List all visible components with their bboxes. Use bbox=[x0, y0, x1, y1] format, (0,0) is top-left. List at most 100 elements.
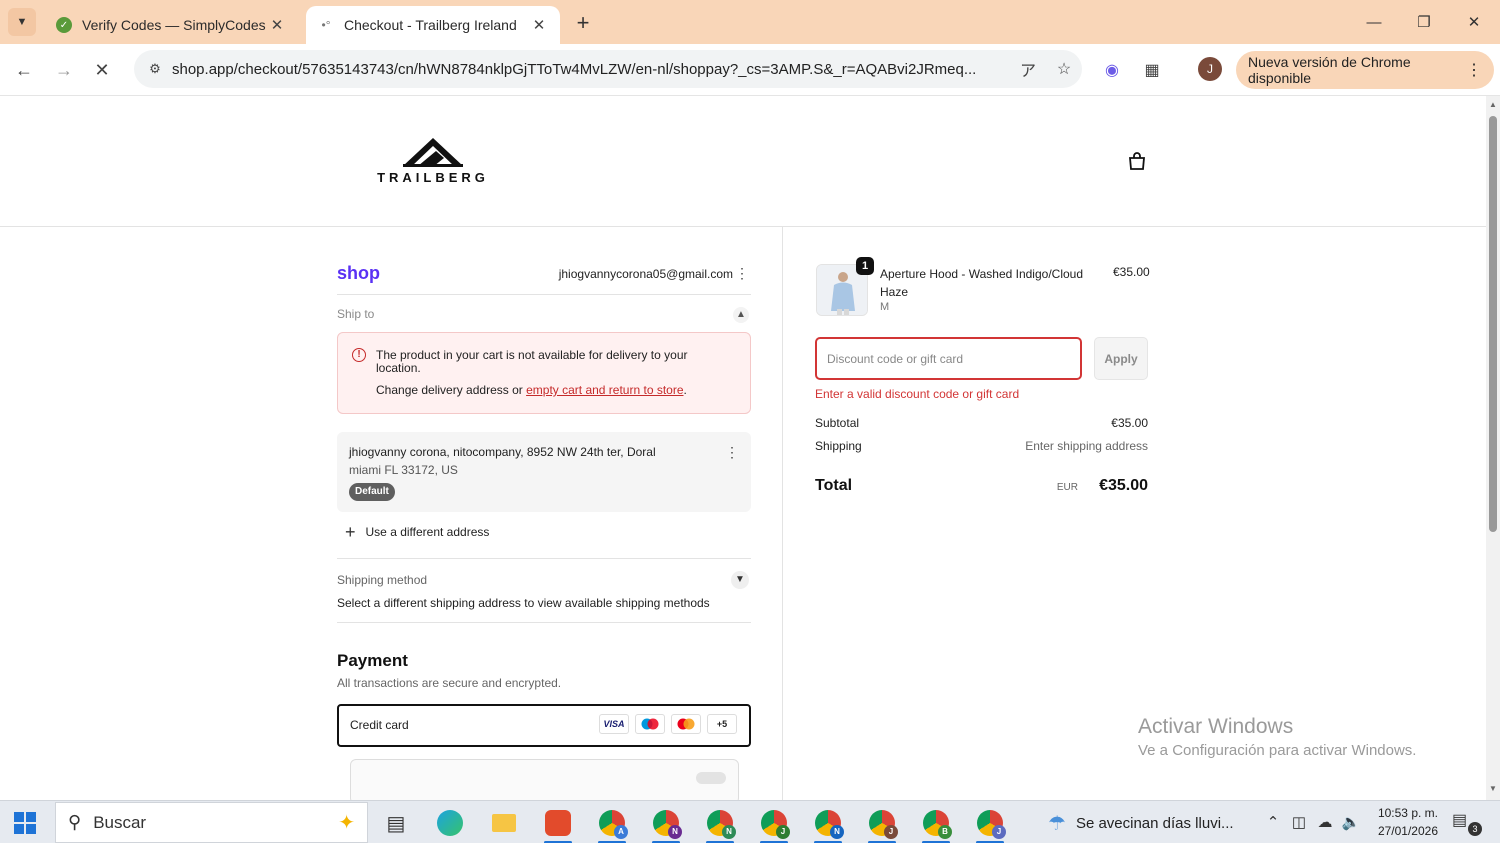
url-text[interactable]: shop.app/checkout/57635143743/cn/hWN8784… bbox=[172, 61, 1010, 78]
profile-letter: N bbox=[668, 825, 682, 839]
close-icon[interactable]: ✕ bbox=[530, 16, 548, 34]
account-menu-icon[interactable]: ⋮ bbox=[735, 265, 749, 282]
discount-error-message: Enter a valid discount code or gift card bbox=[815, 387, 1020, 401]
notification-count: 3 bbox=[1468, 822, 1482, 836]
bookmark-star-icon[interactable]: ☆ bbox=[1046, 59, 1082, 79]
use-different-address-button[interactable]: + Use a different address bbox=[345, 522, 490, 542]
puzzle-extensions-icon[interactable]: ▦ bbox=[1139, 57, 1165, 83]
volume-icon[interactable]: 🔈 bbox=[1340, 811, 1362, 833]
subtotal-label: Subtotal bbox=[815, 416, 860, 430]
new-tab-button[interactable]: + bbox=[570, 10, 596, 36]
minimize-button[interactable]: — bbox=[1354, 8, 1394, 36]
loading-icon: •° bbox=[321, 18, 331, 32]
shopping-bag-icon[interactable] bbox=[1126, 150, 1148, 172]
windows-taskbar: ⚲ Buscar ✦ ▤ A N N J N J B J ☂ Se avecin… bbox=[0, 800, 1500, 843]
edge-icon[interactable] bbox=[428, 805, 472, 841]
mastercard-icon bbox=[671, 714, 701, 734]
site-info-icon[interactable]: ⚙ bbox=[138, 61, 172, 77]
payment-title: Payment bbox=[337, 651, 408, 670]
watermark-subtitle: Ve a Configuración para activar Windows. bbox=[1138, 742, 1417, 759]
delivery-error-banner: ! The product in your cart is not availa… bbox=[337, 332, 751, 414]
chrome-profile-a-icon[interactable]: A bbox=[590, 805, 634, 843]
checkout-form-column: shop jhiogvannycorona05@gmail.com ⋮ Ship… bbox=[0, 227, 783, 800]
tab-title: Checkout - Trailberg Ireland bbox=[344, 17, 517, 33]
store-header: TRAILBERG bbox=[0, 96, 1486, 227]
product-name: Aperture Hood - Washed Indigo/Cloud Haze bbox=[880, 267, 1084, 299]
chrome-profile-b-icon[interactable]: B bbox=[914, 805, 958, 843]
credit-card-option[interactable]: Credit card VISA +5 bbox=[337, 704, 751, 747]
chrome-update-button[interactable]: Nueva versión de Chrome disponible ⋮ bbox=[1236, 51, 1494, 89]
windows-start-button[interactable] bbox=[14, 812, 36, 834]
apply-discount-button[interactable]: Apply bbox=[1094, 337, 1148, 380]
chrome-profile-j-icon[interactable]: J bbox=[752, 805, 796, 843]
chevron-down-icon[interactable]: ▼ bbox=[731, 571, 749, 589]
scroll-up-icon[interactable]: ▲ bbox=[1488, 100, 1498, 110]
onedrive-cloud-icon[interactable]: ☁ bbox=[1314, 811, 1336, 833]
empty-cart-link[interactable]: empty cart and return to store bbox=[526, 383, 683, 397]
forward-button[interactable]: → bbox=[50, 56, 78, 84]
subtotal-value: €35.00 bbox=[1111, 416, 1148, 430]
taskbar-search[interactable]: ⚲ Buscar ✦ bbox=[55, 802, 368, 843]
shipping-method-text: Select a different shipping address to v… bbox=[337, 596, 710, 610]
discount-code-input[interactable] bbox=[815, 337, 1082, 380]
shipping-value: Enter shipping address bbox=[1025, 439, 1148, 453]
chrome-profile-j2-icon[interactable]: J bbox=[860, 805, 904, 843]
page-scrollbar[interactable]: ▲ ▼ bbox=[1486, 96, 1500, 800]
close-icon[interactable]: ✕ bbox=[268, 16, 286, 34]
visa-icon: VISA bbox=[599, 714, 629, 734]
profile-avatar[interactable]: J bbox=[1198, 57, 1222, 81]
tab-verify-codes[interactable]: ✓ Verify Codes — SimplyCodes ✕ bbox=[44, 6, 298, 44]
saved-address-card[interactable]: jhiogvanny corona, nitocompany, 8952 NW … bbox=[337, 432, 751, 512]
weather-widget[interactable]: ☂ Se avecinan días lluvi... bbox=[1048, 809, 1234, 837]
activate-windows-watermark: Activar Windows Ve a Configuración para … bbox=[1138, 715, 1416, 759]
address-bar[interactable]: ⚙ shop.app/checkout/57635143743/cn/hWN87… bbox=[134, 50, 1082, 88]
profile-letter: B bbox=[938, 825, 952, 839]
default-badge: Default bbox=[349, 483, 395, 501]
error-subtext: Change delivery address or empty cart an… bbox=[376, 383, 687, 397]
error-title: The product in your cart is not availabl… bbox=[376, 348, 688, 375]
total-row: Total EUR €35.00 bbox=[815, 477, 1148, 495]
tab-search-button[interactable]: ▼ bbox=[8, 8, 36, 36]
payment-subtitle: All transactions are secure and encrypte… bbox=[337, 676, 562, 690]
address-menu-icon[interactable]: ⋮ bbox=[725, 444, 739, 461]
shipping-method-section: Shipping method ▼ Select a different shi… bbox=[337, 558, 751, 623]
system-clock[interactable]: 10:53 p. m. 27/01/2026 bbox=[1370, 804, 1438, 840]
notification-center-icon[interactable]: ▤ 3 bbox=[1452, 810, 1482, 836]
product-variant: M bbox=[880, 301, 890, 313]
close-window-button[interactable]: ✕ bbox=[1454, 8, 1494, 36]
chrome-profile-n2-icon[interactable]: N bbox=[698, 805, 742, 843]
restore-button[interactable]: ❐ bbox=[1404, 8, 1444, 36]
tab-checkout[interactable]: •° Checkout - Trailberg Ireland ✕ bbox=[306, 6, 560, 44]
scroll-down-icon[interactable]: ▼ bbox=[1488, 784, 1498, 794]
chrome-profile-n-icon[interactable]: N bbox=[644, 805, 688, 843]
product-price: €35.00 bbox=[1113, 265, 1150, 279]
trailberg-logo[interactable]: TRAILBERG bbox=[372, 134, 494, 190]
task-view-icon[interactable]: ▤ bbox=[374, 805, 418, 841]
card-details-field[interactable] bbox=[350, 759, 739, 800]
shipping-method-label: Shipping method bbox=[337, 573, 428, 587]
chrome-profile-n3-icon[interactable]: N bbox=[806, 805, 850, 843]
weather-text: Se avecinan días lluvi... bbox=[1075, 814, 1234, 832]
total-label: Total bbox=[815, 477, 853, 494]
chrome-profile-j3-icon[interactable]: J bbox=[968, 805, 1012, 843]
translate-icon[interactable]: ア bbox=[1010, 57, 1046, 81]
account-email: jhiogvannycorona05@gmail.com bbox=[558, 267, 733, 281]
update-label: Nueva versión de Chrome disponible bbox=[1248, 54, 1411, 86]
chevron-up-icon[interactable]: ⌃ bbox=[1262, 811, 1284, 833]
profile-letter: J bbox=[776, 825, 790, 839]
use-different-address-label: Use a different address bbox=[365, 525, 490, 539]
total-value: €35.00 bbox=[1099, 477, 1148, 494]
back-button[interactable]: ← bbox=[10, 56, 38, 84]
extension-icon[interactable]: ◉ bbox=[1099, 57, 1125, 83]
more-menu-icon[interactable]: ⋮ bbox=[1466, 60, 1482, 80]
chevron-up-icon[interactable]: ▲ bbox=[733, 307, 749, 323]
meet-icon[interactable]: ◫ bbox=[1288, 811, 1310, 833]
total-currency: EUR bbox=[1056, 482, 1078, 493]
file-explorer-icon[interactable] bbox=[482, 805, 526, 841]
stop-loading-button[interactable]: ✕ bbox=[88, 56, 116, 84]
credit-card-label: Credit card bbox=[350, 718, 409, 732]
scrollbar-thumb[interactable] bbox=[1489, 116, 1497, 532]
app-icon[interactable] bbox=[536, 805, 580, 843]
tab-title: Verify Codes — SimplyCodes bbox=[82, 17, 266, 33]
shipping-label: Shipping bbox=[815, 439, 862, 453]
